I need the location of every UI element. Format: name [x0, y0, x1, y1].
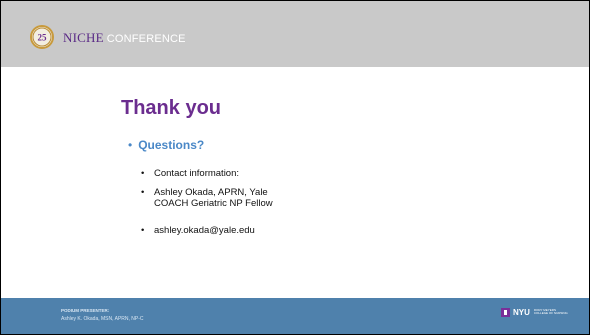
slide: 25 NICHE CONFERENCE Thank you • Questions?…	[0, 0, 590, 335]
brand-wordmark: NICHE CONFERENCE	[63, 30, 186, 46]
slide-title: Thank you	[121, 97, 222, 119]
nyu-torch-icon	[501, 307, 510, 317]
bullet-level2-item: • ashley.okada@yale.edu	[141, 225, 255, 236]
nyu-college-name: RORY MEYERS COLLEGE OF NURSING	[533, 308, 568, 316]
bullet-dot: •	[141, 168, 145, 179]
logo-number: 25	[38, 33, 48, 43]
brand-niche: NICHE	[63, 30, 104, 45]
presenter-name: Ashley K. Okada, MSN, APRN, NP-C	[61, 316, 144, 322]
bullet-level1: • Questions?	[128, 138, 204, 152]
header-bar: 25 NICHE CONFERENCE	[1, 1, 589, 67]
bullet-level2-item: • Contact information:	[141, 168, 239, 179]
nyu-logo-text: NYU	[513, 307, 530, 317]
bullet-level1-text: Questions?	[138, 138, 205, 152]
bullet-dot: •	[141, 225, 145, 236]
bullet-level2-text: Ashley Okada, APRN, Yale COACH Geriatric…	[154, 187, 273, 209]
nyu-sub-line2: COLLEGE OF NURSING	[533, 311, 568, 315]
bullet-level2-text: ashley.okada@yale.edu	[154, 225, 255, 236]
nyu-logo: NYU RORY MEYERS COLLEGE OF NURSING	[501, 307, 568, 317]
bullet-dot: •	[128, 138, 133, 152]
bullet-level2-item: • Ashley Okada, APRN, Yale COACH Geriatr…	[141, 187, 291, 209]
brand-conference: CONFERENCE	[106, 33, 186, 45]
bullet-level2-text: Contact information:	[154, 168, 240, 179]
podium-presenter-label: PODIUM PRESENTER:	[61, 308, 110, 313]
niche-25-logo-icon: 25	[30, 25, 54, 49]
bullet-dot: •	[141, 187, 145, 198]
